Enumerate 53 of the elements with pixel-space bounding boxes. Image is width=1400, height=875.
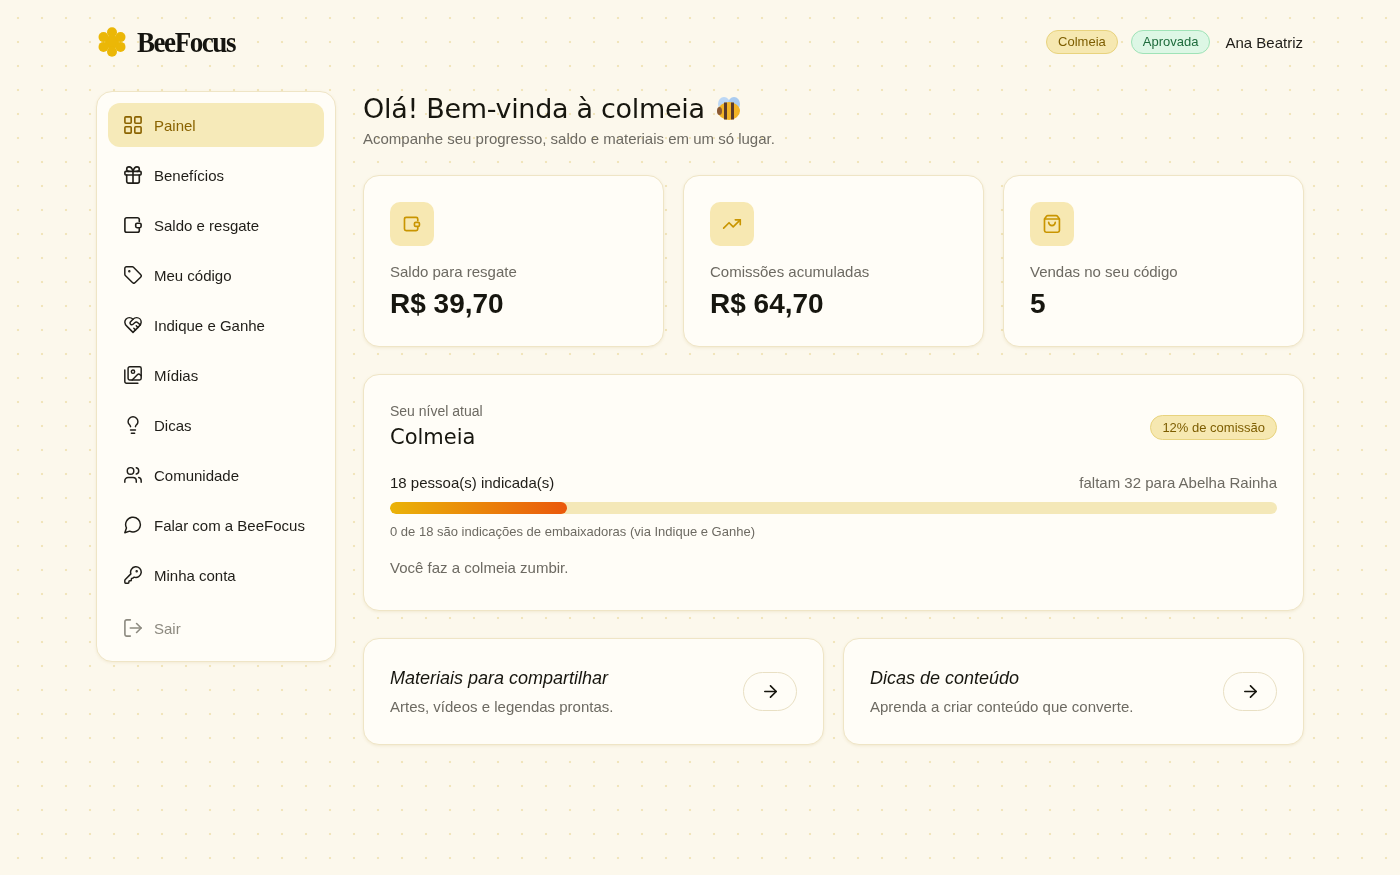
status-badge: Colmeia: [1046, 30, 1118, 54]
nav-item[interactable]: Benefícios: [108, 153, 324, 197]
commission-badge: 12% de comissão: [1150, 415, 1277, 440]
shortcut-description: Artes, vídeos e legendas prontas.: [390, 698, 614, 715]
brand-name: BeeFocus: [137, 27, 235, 57]
shopping-bag-icon: [1030, 202, 1074, 246]
logout-icon: [124, 619, 142, 637]
heart-icon: [124, 316, 142, 334]
nav-item[interactable]: Meu código: [108, 253, 324, 297]
open-button[interactable]: [1223, 672, 1277, 711]
stat-label: Saldo para resgate: [390, 263, 518, 280]
nav-item[interactable]: Indique e Ganhe: [108, 303, 324, 347]
progress-remaining: faltam 32 para Abelha Rainha: [1079, 474, 1277, 491]
bee-icon: [714, 95, 743, 122]
nav-item[interactable]: Saldo e resgate: [108, 203, 324, 247]
key-icon: [124, 566, 142, 584]
stat-label: Vendas no seu código: [1030, 263, 1179, 280]
nav-item[interactable]: Dicas: [108, 403, 324, 447]
nav-item[interactable]: Falar com a BeeFocus: [108, 503, 324, 547]
speech-bubble-icon: [124, 516, 142, 534]
nav-item[interactable]: Painel: [108, 103, 324, 147]
users-icon: [124, 466, 142, 484]
wallet-icon: [124, 216, 142, 234]
stat-label: Comissões acumuladas: [710, 263, 871, 280]
nav-item[interactable]: Comunidade: [108, 453, 324, 497]
level-message: Você faz a colmeia zumbir.: [390, 559, 570, 576]
images-icon: [124, 366, 142, 384]
status-badge: Aprovada: [1130, 30, 1211, 54]
grid-icon: [124, 116, 142, 134]
progress-note: 0 de 18 são indicações de embaixadoras (via Indique e Ganhe): [390, 524, 756, 539]
shortcut-description: Aprenda a criar conteúdo que converte.: [870, 698, 1134, 715]
arrow-right-icon: [763, 685, 777, 698]
page-title: Olá! Bem-vinda à colmeia: [363, 93, 705, 124]
shortcut-title: Materiais para compartilhar: [390, 668, 610, 689]
shortcut-title: Dicas de conteúdo: [870, 668, 1021, 689]
nav-item[interactable]: Minha conta: [108, 553, 324, 597]
level-name: Colmeia: [390, 425, 477, 449]
progress-label: 18 pessoa(s) indicada(s): [390, 474, 555, 491]
user-name: Ana Beatriz: [1224, 33, 1303, 51]
nav-item[interactable]: Mídias: [108, 353, 324, 397]
lightbulb-icon: [124, 416, 142, 434]
wallet-icon: [390, 202, 434, 246]
stat-value: R$ 64,70: [710, 288, 825, 320]
page-subtitle: Acompanhe seu progresso, saldo e materiais em um só lugar.: [363, 130, 776, 147]
stat-value: 5: [1030, 288, 1047, 320]
arrow-right-icon: [1243, 685, 1257, 698]
tag-icon: [124, 266, 142, 284]
stat-value: R$ 39,70: [390, 288, 505, 320]
level-caption: Seu nível atual: [390, 403, 483, 419]
gift-icon: [124, 166, 142, 184]
flower-icon: [96, 27, 128, 57]
open-button[interactable]: [743, 672, 797, 711]
trend-up-icon: [710, 202, 754, 246]
